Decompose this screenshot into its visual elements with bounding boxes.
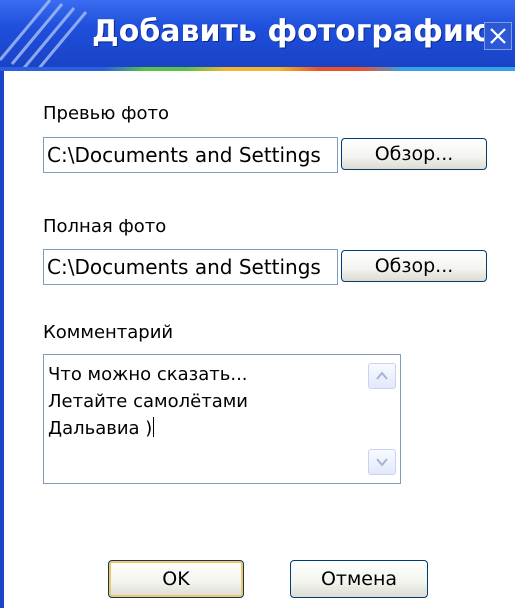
comment-textarea[interactable]: Что можно сказать... Летайте самолётами …	[43, 354, 401, 484]
app-logo-icon	[0, 0, 88, 67]
preview-photo-path-input[interactable]: C:\Documents and Settings	[43, 137, 338, 173]
chevron-down-icon	[376, 458, 388, 467]
cancel-button[interactable]: Отмена	[290, 560, 428, 598]
window-border	[0, 71, 4, 608]
comment-line: Дальавиа )	[48, 418, 153, 439]
comment-line: Что можно сказать...	[48, 364, 248, 385]
full-photo-path-input[interactable]: C:\Documents and Settings	[43, 249, 338, 285]
scroll-up-button[interactable]	[368, 363, 396, 389]
window-title: Добавить фотографию	[92, 14, 494, 49]
title-bar[interactable]: Добавить фотографию	[0, 0, 515, 67]
preview-browse-button[interactable]: Обзор...	[341, 138, 487, 170]
comment-line: Летайте самолётами	[48, 391, 248, 412]
comment-label: Комментарий	[43, 322, 174, 343]
title-bar-accent	[0, 67, 515, 71]
preview-photo-label: Превью фото	[43, 103, 170, 124]
close-icon	[490, 28, 506, 44]
full-browse-button[interactable]: Обзор...	[341, 250, 487, 282]
close-button[interactable]	[484, 22, 512, 50]
full-photo-label: Полная фото	[43, 216, 167, 237]
ok-button[interactable]: OK	[108, 560, 244, 598]
text-caret	[153, 417, 155, 437]
scroll-down-button[interactable]	[368, 449, 396, 475]
comment-text[interactable]: Что можно сказать... Летайте самолётами …	[48, 361, 366, 442]
chevron-up-icon	[376, 371, 388, 380]
